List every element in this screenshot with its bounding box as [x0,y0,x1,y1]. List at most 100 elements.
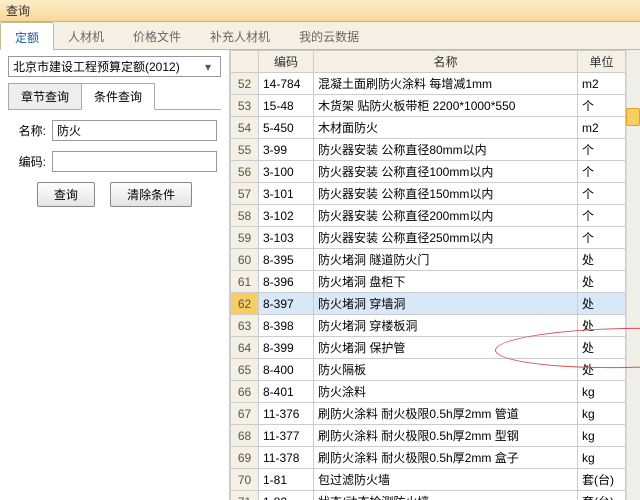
row-unit: 处 [578,293,626,315]
row-unit: 处 [578,271,626,293]
row-code: 3-101 [259,183,314,205]
col-header-name[interactable]: 名称 [314,51,578,73]
row-idx: 62 [231,293,259,315]
row-name: 防火堵洞 隧道防火门 [314,249,578,271]
row-idx: 56 [231,161,259,183]
row-name: 防火器安装 公称直径100mm以内 [314,161,578,183]
main-tabs: 定额人材机价格文件补充人材机我的云数据 [0,22,640,50]
table-row[interactable]: 701-81包过滤防火墙套(台) [231,469,626,491]
row-unit: 处 [578,337,626,359]
main-tab-2[interactable]: 价格文件 [119,22,196,49]
query-form: 名称: 编码: 查询 清除条件 [8,110,221,217]
scroll-thumb[interactable] [626,108,640,126]
result-grid: 编码 名称 单位 5214-784混凝土面刷防火涂料 每增减1mmm25315-… [230,50,626,500]
name-label: 名称: [12,122,46,139]
row-name: 刷防火涂料 耐火极限0.5h厚2mm 盒子 [314,447,578,469]
row-name: 防火堵洞 穿楼板洞 [314,315,578,337]
table-row[interactable]: 711-82状态/动态检测防火墙套(台) [231,491,626,500]
row-idx: 60 [231,249,259,271]
row-code: 8-397 [259,293,314,315]
name-input[interactable] [52,120,217,141]
row-name: 刷防火涂料 耐火极限0.5h厚2mm 型钢 [314,425,578,447]
row-code: 5-450 [259,117,314,139]
table-row[interactable]: 6911-378刷防火涂料 耐火极限0.5h厚2mm 盒子kg [231,447,626,469]
table-row[interactable]: 628-397防火堵洞 穿墙洞处 [231,293,626,315]
table-row[interactable]: 608-395防火堵洞 隧道防火门处 [231,249,626,271]
row-idx: 65 [231,359,259,381]
sub-tab-1[interactable]: 条件查询 [81,83,155,110]
row-unit: 个 [578,161,626,183]
table-row[interactable]: 553-99防火器安装 公称直径80mm以内个 [231,139,626,161]
left-panel: 北京市建设工程预算定额(2012) ▾ 章节查询条件查询 名称: 编码: 查询 … [0,50,230,500]
table-row[interactable]: 638-398防火堵洞 穿楼板洞处 [231,315,626,337]
row-unit: 处 [578,315,626,337]
table-row[interactable]: 648-399防火堵洞 保护管处 [231,337,626,359]
row-name: 防火涂料 [314,381,578,403]
sub-tab-0[interactable]: 章节查询 [8,83,82,110]
row-code: 11-378 [259,447,314,469]
table-row[interactable]: 6811-377刷防火涂料 耐火极限0.5h厚2mm 型钢kg [231,425,626,447]
row-name: 防火器安装 公称直径150mm以内 [314,183,578,205]
clear-button[interactable]: 清除条件 [110,182,192,207]
title-bar: 查询 [0,0,640,22]
row-code: 3-100 [259,161,314,183]
row-unit: 个 [578,227,626,249]
row-code: 8-395 [259,249,314,271]
row-idx: 71 [231,491,259,500]
row-unit: 个 [578,95,626,117]
table-row[interactable]: 583-102防火器安装 公称直径200mm以内个 [231,205,626,227]
row-name: 混凝土面刷防火涂料 每增减1mm [314,73,578,95]
main-tab-4[interactable]: 我的云数据 [285,22,374,49]
row-idx: 67 [231,403,259,425]
row-code: 3-102 [259,205,314,227]
table-row[interactable]: 563-100防火器安装 公称直径100mm以内个 [231,161,626,183]
row-unit: kg [578,447,626,469]
table-row[interactable]: 5214-784混凝土面刷防火涂料 每增减1mmm2 [231,73,626,95]
code-label: 编码: [12,153,46,170]
row-name: 防火堵洞 盘柜下 [314,271,578,293]
row-code: 1-82 [259,491,314,500]
query-button[interactable]: 查询 [37,182,95,207]
col-header-code[interactable]: 编码 [259,51,314,73]
table-row[interactable]: 618-396防火堵洞 盘柜下处 [231,271,626,293]
table-row[interactable]: 668-401防火涂料kg [231,381,626,403]
row-unit: 个 [578,183,626,205]
row-code: 3-99 [259,139,314,161]
scrollbar[interactable] [626,50,640,500]
row-code: 3-103 [259,227,314,249]
row-code: 15-48 [259,95,314,117]
quota-dropdown[interactable]: 北京市建设工程预算定额(2012) ▾ [8,56,221,77]
row-idx: 58 [231,205,259,227]
main-tab-3[interactable]: 补充人材机 [196,22,285,49]
row-idx: 66 [231,381,259,403]
row-unit: 处 [578,249,626,271]
row-unit: 套(台) [578,491,626,500]
code-input[interactable] [52,151,217,172]
table-row[interactable]: 5315-48木货架 贴防火板带柜 2200*1000*550个 [231,95,626,117]
row-code: 8-401 [259,381,314,403]
row-code: 8-400 [259,359,314,381]
table-row[interactable]: 6711-376刷防火涂料 耐火极限0.5h厚2mm 管道kg [231,403,626,425]
table-row[interactable]: 593-103防火器安装 公称直径250mm以内个 [231,227,626,249]
table-row[interactable]: 658-400防火隔板处 [231,359,626,381]
row-name: 防火器安装 公称直径200mm以内 [314,205,578,227]
row-name: 木材面防火 [314,117,578,139]
table-row[interactable]: 573-101防火器安装 公称直径150mm以内个 [231,183,626,205]
row-idx: 69 [231,447,259,469]
row-unit: 个 [578,139,626,161]
row-name: 防火堵洞 穿墙洞 [314,293,578,315]
main-tab-0[interactable]: 定额 [0,22,54,50]
main-tab-1[interactable]: 人材机 [54,22,119,49]
col-header-unit[interactable]: 单位 [578,51,626,73]
dropdown-value: 北京市建设工程预算定额(2012) [13,58,180,75]
row-name: 防火堵洞 保护管 [314,337,578,359]
col-header-idx [231,51,259,73]
row-idx: 52 [231,73,259,95]
row-code: 8-399 [259,337,314,359]
row-code: 8-396 [259,271,314,293]
row-idx: 68 [231,425,259,447]
table-row[interactable]: 545-450木材面防火m2 [231,117,626,139]
row-unit: 个 [578,205,626,227]
chevron-down-icon: ▾ [200,60,216,74]
row-idx: 53 [231,95,259,117]
